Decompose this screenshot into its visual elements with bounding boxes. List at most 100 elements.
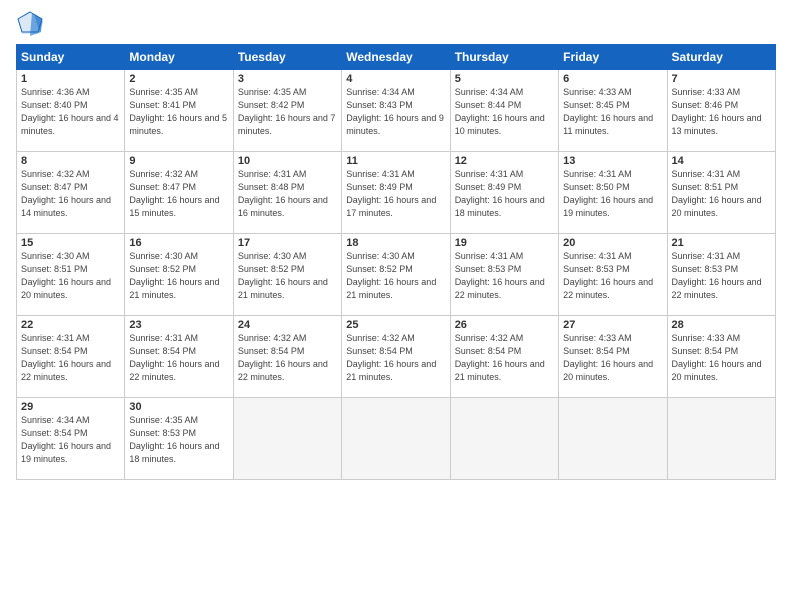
calendar-cell: 6 Sunrise: 4:33 AMSunset: 8:45 PMDayligh… (559, 70, 667, 152)
day-number: 8 (21, 155, 120, 167)
calendar-cell: 29 Sunrise: 4:34 AMSunset: 8:54 PMDaylig… (17, 398, 125, 480)
calendar-cell (667, 398, 775, 480)
calendar-week-row: 8 Sunrise: 4:32 AMSunset: 8:47 PMDayligh… (17, 152, 776, 234)
calendar-cell (233, 398, 341, 480)
calendar-cell: 14 Sunrise: 4:31 AMSunset: 8:51 PMDaylig… (667, 152, 775, 234)
day-info: Sunrise: 4:31 AMSunset: 8:53 PMDaylight:… (672, 250, 771, 302)
calendar-cell (559, 398, 667, 480)
calendar-body: 1 Sunrise: 4:36 AMSunset: 8:40 PMDayligh… (17, 70, 776, 480)
day-info: Sunrise: 4:34 AMSunset: 8:54 PMDaylight:… (21, 414, 120, 466)
day-info: Sunrise: 4:31 AMSunset: 8:53 PMDaylight:… (455, 250, 554, 302)
calendar-cell: 23 Sunrise: 4:31 AMSunset: 8:54 PMDaylig… (125, 316, 233, 398)
calendar-header: SundayMondayTuesdayWednesdayThursdayFrid… (17, 45, 776, 70)
calendar-day-header: Friday (559, 45, 667, 70)
day-info: Sunrise: 4:30 AMSunset: 8:52 PMDaylight:… (238, 250, 337, 302)
calendar-cell: 16 Sunrise: 4:30 AMSunset: 8:52 PMDaylig… (125, 234, 233, 316)
calendar-cell: 3 Sunrise: 4:35 AMSunset: 8:42 PMDayligh… (233, 70, 341, 152)
day-number: 19 (455, 237, 554, 249)
day-info: Sunrise: 4:31 AMSunset: 8:48 PMDaylight:… (238, 168, 337, 220)
day-number: 1 (21, 73, 120, 85)
day-info: Sunrise: 4:32 AMSunset: 8:54 PMDaylight:… (238, 332, 337, 384)
calendar-cell: 10 Sunrise: 4:31 AMSunset: 8:48 PMDaylig… (233, 152, 341, 234)
day-number: 17 (238, 237, 337, 249)
calendar-cell: 24 Sunrise: 4:32 AMSunset: 8:54 PMDaylig… (233, 316, 341, 398)
calendar-cell: 30 Sunrise: 4:35 AMSunset: 8:53 PMDaylig… (125, 398, 233, 480)
calendar-cell: 26 Sunrise: 4:32 AMSunset: 8:54 PMDaylig… (450, 316, 558, 398)
day-info: Sunrise: 4:35 AMSunset: 8:42 PMDaylight:… (238, 86, 337, 138)
day-number: 20 (563, 237, 662, 249)
calendar-day-header: Wednesday (342, 45, 450, 70)
day-info: Sunrise: 4:31 AMSunset: 8:53 PMDaylight:… (563, 250, 662, 302)
day-info: Sunrise: 4:35 AMSunset: 8:53 PMDaylight:… (129, 414, 228, 466)
day-info: Sunrise: 4:30 AMSunset: 8:52 PMDaylight:… (129, 250, 228, 302)
calendar-cell: 1 Sunrise: 4:36 AMSunset: 8:40 PMDayligh… (17, 70, 125, 152)
day-number: 28 (672, 319, 771, 331)
day-number: 24 (238, 319, 337, 331)
day-info: Sunrise: 4:32 AMSunset: 8:54 PMDaylight:… (346, 332, 445, 384)
calendar-week-row: 22 Sunrise: 4:31 AMSunset: 8:54 PMDaylig… (17, 316, 776, 398)
day-info: Sunrise: 4:31 AMSunset: 8:49 PMDaylight:… (455, 168, 554, 220)
calendar-header-row: SundayMondayTuesdayWednesdayThursdayFrid… (17, 45, 776, 70)
day-number: 13 (563, 155, 662, 167)
day-info: Sunrise: 4:30 AMSunset: 8:52 PMDaylight:… (346, 250, 445, 302)
day-number: 22 (21, 319, 120, 331)
day-number: 9 (129, 155, 228, 167)
calendar-cell: 25 Sunrise: 4:32 AMSunset: 8:54 PMDaylig… (342, 316, 450, 398)
calendar-cell: 28 Sunrise: 4:33 AMSunset: 8:54 PMDaylig… (667, 316, 775, 398)
day-info: Sunrise: 4:31 AMSunset: 8:54 PMDaylight:… (129, 332, 228, 384)
calendar-cell: 21 Sunrise: 4:31 AMSunset: 8:53 PMDaylig… (667, 234, 775, 316)
day-info: Sunrise: 4:31 AMSunset: 8:54 PMDaylight:… (21, 332, 120, 384)
calendar-cell: 4 Sunrise: 4:34 AMSunset: 8:43 PMDayligh… (342, 70, 450, 152)
calendar-cell: 8 Sunrise: 4:32 AMSunset: 8:47 PMDayligh… (17, 152, 125, 234)
calendar-week-row: 1 Sunrise: 4:36 AMSunset: 8:40 PMDayligh… (17, 70, 776, 152)
day-info: Sunrise: 4:34 AMSunset: 8:44 PMDaylight:… (455, 86, 554, 138)
day-number: 27 (563, 319, 662, 331)
calendar-day-header: Thursday (450, 45, 558, 70)
calendar-cell: 20 Sunrise: 4:31 AMSunset: 8:53 PMDaylig… (559, 234, 667, 316)
calendar-cell: 9 Sunrise: 4:32 AMSunset: 8:47 PMDayligh… (125, 152, 233, 234)
day-number: 25 (346, 319, 445, 331)
calendar-cell: 15 Sunrise: 4:30 AMSunset: 8:51 PMDaylig… (17, 234, 125, 316)
calendar-day-header: Sunday (17, 45, 125, 70)
day-info: Sunrise: 4:33 AMSunset: 8:54 PMDaylight:… (563, 332, 662, 384)
calendar-cell: 5 Sunrise: 4:34 AMSunset: 8:44 PMDayligh… (450, 70, 558, 152)
day-info: Sunrise: 4:31 AMSunset: 8:51 PMDaylight:… (672, 168, 771, 220)
day-info: Sunrise: 4:32 AMSunset: 8:47 PMDaylight:… (129, 168, 228, 220)
calendar-table: SundayMondayTuesdayWednesdayThursdayFrid… (16, 44, 776, 480)
day-number: 11 (346, 155, 445, 167)
calendar-day-header: Saturday (667, 45, 775, 70)
calendar-week-row: 15 Sunrise: 4:30 AMSunset: 8:51 PMDaylig… (17, 234, 776, 316)
day-number: 18 (346, 237, 445, 249)
day-info: Sunrise: 4:32 AMSunset: 8:54 PMDaylight:… (455, 332, 554, 384)
day-info: Sunrise: 4:32 AMSunset: 8:47 PMDaylight:… (21, 168, 120, 220)
day-number: 21 (672, 237, 771, 249)
day-number: 5 (455, 73, 554, 85)
header (16, 10, 776, 38)
day-number: 14 (672, 155, 771, 167)
calendar-cell: 19 Sunrise: 4:31 AMSunset: 8:53 PMDaylig… (450, 234, 558, 316)
calendar-cell: 17 Sunrise: 4:30 AMSunset: 8:52 PMDaylig… (233, 234, 341, 316)
day-number: 30 (129, 401, 228, 413)
logo-icon (16, 10, 44, 38)
day-number: 3 (238, 73, 337, 85)
day-info: Sunrise: 4:31 AMSunset: 8:50 PMDaylight:… (563, 168, 662, 220)
day-info: Sunrise: 4:34 AMSunset: 8:43 PMDaylight:… (346, 86, 445, 138)
day-info: Sunrise: 4:31 AMSunset: 8:49 PMDaylight:… (346, 168, 445, 220)
day-info: Sunrise: 4:33 AMSunset: 8:45 PMDaylight:… (563, 86, 662, 138)
day-number: 2 (129, 73, 228, 85)
calendar-cell: 27 Sunrise: 4:33 AMSunset: 8:54 PMDaylig… (559, 316, 667, 398)
calendar-week-row: 29 Sunrise: 4:34 AMSunset: 8:54 PMDaylig… (17, 398, 776, 480)
calendar-cell: 12 Sunrise: 4:31 AMSunset: 8:49 PMDaylig… (450, 152, 558, 234)
day-number: 23 (129, 319, 228, 331)
calendar-cell: 13 Sunrise: 4:31 AMSunset: 8:50 PMDaylig… (559, 152, 667, 234)
calendar-cell: 11 Sunrise: 4:31 AMSunset: 8:49 PMDaylig… (342, 152, 450, 234)
calendar-cell: 18 Sunrise: 4:30 AMSunset: 8:52 PMDaylig… (342, 234, 450, 316)
day-number: 7 (672, 73, 771, 85)
day-number: 6 (563, 73, 662, 85)
day-number: 15 (21, 237, 120, 249)
day-info: Sunrise: 4:33 AMSunset: 8:54 PMDaylight:… (672, 332, 771, 384)
day-number: 12 (455, 155, 554, 167)
day-number: 16 (129, 237, 228, 249)
day-number: 10 (238, 155, 337, 167)
day-number: 26 (455, 319, 554, 331)
